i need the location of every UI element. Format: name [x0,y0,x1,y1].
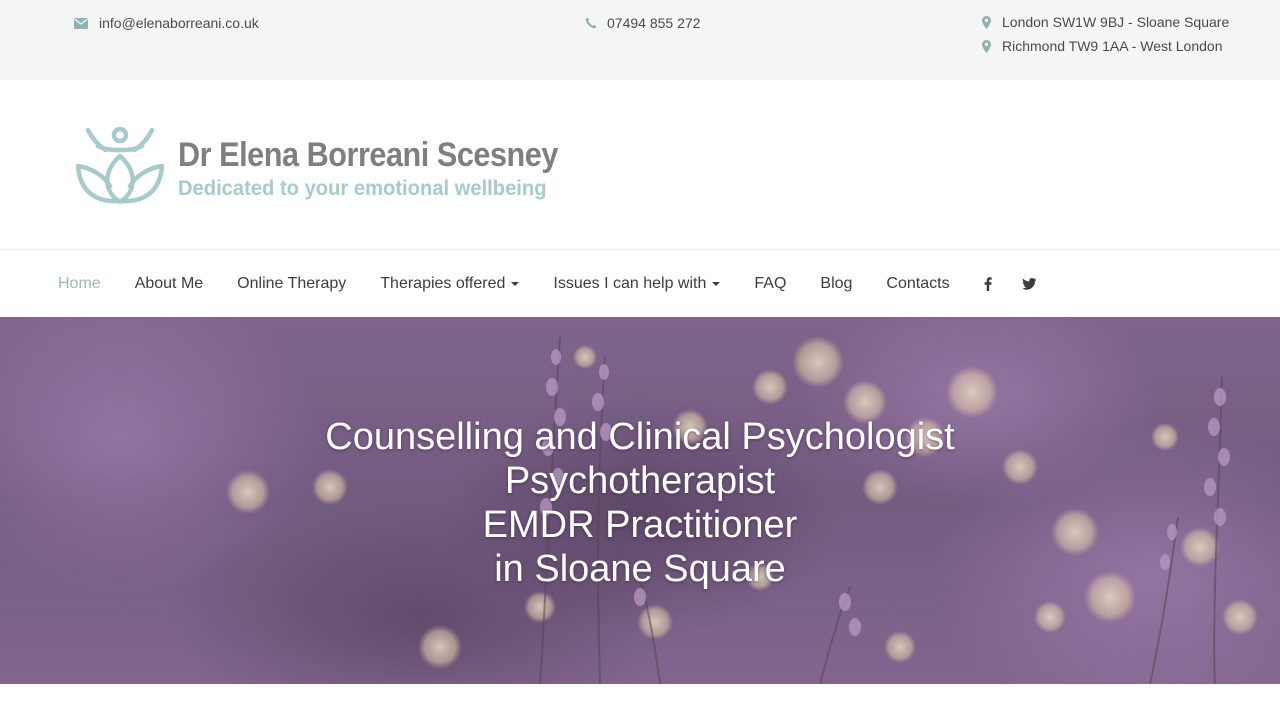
phone-text: 07494 855 272 [607,15,701,31]
caret-down-icon [511,282,520,286]
nav-item-issues[interactable]: Issues I can help with [553,275,721,293]
nav-item-contacts[interactable]: Contacts [886,275,949,293]
nav-item-label: Online Therapy [237,275,347,292]
address-richmond: Richmond TW9 1AA - West London [982,37,1222,55]
nav-item-label: Blog [820,275,853,292]
logo-name: Dr Elena Borreani Scesney [178,136,558,174]
nav-item-faq[interactable]: FAQ [754,275,786,293]
hero-line-location: in Sloane Square [494,548,786,590]
facebook-icon [984,277,992,291]
logo-tagline: Dedicated to your emotional wellbeing [178,177,547,200]
nav-item-home[interactable]: Home [58,275,101,293]
twitter-icon [1021,278,1037,290]
nav-item-therapies-offered[interactable]: Therapies offered [380,275,520,293]
map-marker-icon [982,39,991,53]
hero-headline: Counselling and Clinical Psychologist Ps… [0,415,1280,591]
nav-item-label: FAQ [754,275,787,292]
lotus-figure-icon [75,126,165,205]
nav-list: Home About Me Online Therapy Therapies o… [58,251,1067,317]
nav-item-label: Home [58,275,101,292]
address-sloane-square: London SW1W 9BJ - Sloane Square [982,13,1229,31]
email-link[interactable]: info@elenaborreani.co.uk [74,14,259,32]
main-navigation: Home About Me Online Therapy Therapies o… [0,251,1280,317]
address-text: London SW1W 9BJ - Sloane Square [1002,14,1230,30]
nav-item-blog[interactable]: Blog [820,275,852,293]
map-marker-icon [982,15,991,29]
caret-down-icon [712,282,721,286]
address-text: Richmond TW9 1AA - West London [1002,38,1223,54]
hero-banner: Counselling and Clinical Psychologist Ps… [0,317,1280,684]
hero-line-title: Counselling and Clinical Psychologist [325,416,955,458]
nav-item-label: Therapies offered [380,275,506,292]
phone-link[interactable]: 07494 855 272 [585,14,700,32]
nav-item-label: About Me [134,275,204,292]
envelope-icon [74,17,88,29]
page-body-start [0,684,1280,720]
hero-line-psychotherapist: Psychotherapist [504,460,776,502]
email-text: info@elenaborreani.co.uk [99,15,259,31]
top-contact-bar: info@elenaborreani.co.uk 07494 855 272 L… [0,0,1280,80]
hero-line-emdr: EMDR Practitioner [482,504,798,546]
nav-item-label: Issues I can help with [553,275,707,292]
site-logo[interactable]: Dr Elena Borreani Scesney Dedicated to y… [74,126,594,206]
phone-icon [585,17,597,29]
nav-item-online-therapy[interactable]: Online Therapy [237,275,346,293]
twitter-link[interactable] [1021,278,1037,290]
facebook-link[interactable] [984,277,992,291]
nav-item-about-me[interactable]: About Me [135,275,203,293]
nav-item-label: Contacts [886,275,950,292]
site-header: Dr Elena Borreani Scesney Dedicated to y… [0,80,1280,250]
